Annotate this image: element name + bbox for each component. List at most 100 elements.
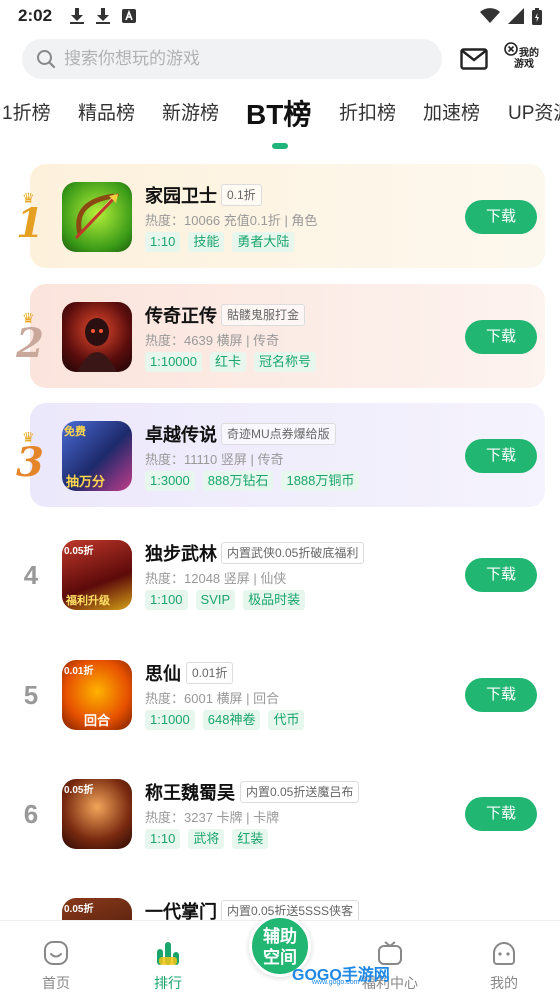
icon-banner-text: 福利升级 (66, 595, 110, 607)
tab-bt[interactable]: BT榜 (246, 98, 311, 133)
download-button[interactable]: 下载 (465, 678, 537, 712)
chip: 武将 (188, 829, 225, 849)
game-meta: 热度：10066 充值0.1折 | 角色 (145, 213, 318, 228)
icon-banner-text: 抽万分 (66, 474, 106, 489)
system-icons (480, 7, 542, 25)
rank-number: 6 (23, 799, 39, 829)
game-tag: 内置0.05折送魔吕布 (240, 781, 360, 803)
chip: 1:10 (145, 829, 181, 849)
chip: 1888万铜币 (281, 471, 360, 491)
a-icon (122, 9, 137, 23)
download-button[interactable]: 下载 (465, 558, 537, 592)
game-name: 一代掌门 (145, 902, 217, 922)
bow-arrow-icon (74, 192, 120, 240)
nav-home-label: 首页 (42, 975, 70, 991)
signal-icon (508, 8, 524, 24)
my-games-label-1: 我的 (519, 48, 539, 59)
tab-jiasu[interactable]: 加速榜 (423, 98, 480, 125)
tab-jingpin[interactable]: 精品榜 (78, 98, 135, 125)
icon-badge-text: 0.05折 (64, 785, 94, 796)
game-meta: 热度：11110 竖屏 | 传奇 (145, 452, 284, 467)
nav-rank[interactable]: 排行 (128, 921, 208, 991)
game-meta: 热度：4639 横屏 | 传奇 (145, 333, 280, 348)
list-item[interactable]: ♛ 3 免费 抽万分 卓越传说 奇迹MU点券爆给版 热度：11110 竖屏 | … (0, 401, 560, 507)
nav-mine-label: 我的 (490, 975, 518, 991)
mail-icon (460, 48, 488, 70)
chip: 1:100 (145, 590, 188, 610)
game-name: 独步武林 (145, 544, 217, 564)
status-bar: 2:02 (0, 0, 560, 32)
icon-badge-text: 0.05折 (64, 546, 94, 557)
search-row: 我的 游戏 (22, 38, 542, 80)
game-icon[interactable]: 0.05折 福利升级 (62, 540, 132, 610)
mail-button[interactable] (459, 44, 489, 74)
chip: 1:10000 (145, 352, 202, 372)
download-icon (70, 8, 85, 24)
tab-zhekou[interactable]: 折扣榜 (339, 98, 396, 125)
game-meta: 热度：12048 竖屏 | 仙侠 (145, 571, 287, 586)
nav-home[interactable]: 首页 (16, 921, 96, 991)
watermark-logo: GOGO手游网 www.gogo.com (292, 961, 390, 986)
rank-medal-gold: ♛ 1 (14, 190, 46, 247)
chip: 代币 (268, 710, 305, 730)
game-name: 家园卫士 (145, 186, 217, 206)
game-chips: 1:10000 红卡 冠名称号 (145, 352, 317, 372)
chip: 红卡 (210, 352, 247, 372)
search-input[interactable] (64, 49, 404, 69)
game-tag: 内置武侠0.05折破底福利 (221, 542, 365, 564)
game-chips: 1:1000 648神卷 代币 (145, 710, 305, 730)
nav-mine[interactable]: 我的 (464, 921, 544, 991)
bottom-nav: 首页 排行 辅助 空间 福利中心 我的 GOGO手游网 www.gogo.com (0, 915, 560, 995)
nav-rank-label: 排行 (154, 975, 182, 991)
tab-up[interactable]: UP资源 (508, 98, 560, 125)
chip: 红装 (232, 829, 269, 849)
game-chips: 1:3000 888万钻石 1888万铜币 (145, 471, 360, 491)
rank-number: 4 (23, 560, 39, 590)
ranking-tabs: 1折榜 精品榜 新游榜 BT榜 折扣榜 加速榜 UP资源 (0, 98, 560, 150)
tab-indicator (272, 143, 288, 149)
game-icon[interactable]: 0.01折 回合 (62, 660, 132, 730)
chip: 技能 (188, 232, 225, 252)
icon-banner-text: 回合 (84, 713, 111, 728)
rank-number: 3 (16, 439, 44, 486)
list-item[interactable]: ♛ 2 传奇正传 骷髅鬼服打金 热度：4639 横屏 | 传奇 1:10000 … (0, 282, 560, 388)
game-name: 称王魏蜀吴 (145, 783, 235, 803)
my-games-label-2: 游戏 (514, 59, 534, 70)
search-box[interactable] (22, 39, 442, 79)
chip: 极品时装 (243, 590, 306, 610)
icon-badge-text: 0.05折 (64, 904, 94, 915)
game-name: 传奇正传 (145, 306, 217, 326)
download-button[interactable]: 下载 (465, 200, 537, 234)
tab-1zhe[interactable]: 1折榜 (2, 98, 51, 125)
game-icon[interactable]: 0.05折 (62, 779, 132, 849)
list-item[interactable]: 4 0.05折 福利升级 独步武林 内置武侠0.05折破底福利 热度：12048… (0, 520, 560, 626)
list-item[interactable]: ♛ 1 家园卫士 0.1折 热度：10066 充值0.1折 | 角色 1:10 … (0, 162, 560, 268)
rank-number: 1 (16, 200, 44, 247)
rank-medal-silver: ♛ 2 (14, 310, 46, 367)
chart-bars-icon (157, 942, 179, 965)
download-button[interactable]: 下载 (465, 320, 537, 354)
icon-badge-text: 免费 (64, 426, 86, 438)
list-item[interactable]: 6 0.05折 称王魏蜀吴 内置0.05折送魔吕布 热度：3237 卡牌 | 卡… (0, 759, 560, 865)
chip: 1:1000 (145, 710, 195, 730)
rank-number: 2 (16, 320, 44, 367)
game-icon[interactable]: 免费 抽万分 (62, 421, 132, 491)
game-tag: 0.1折 (221, 184, 262, 206)
my-games-button[interactable]: 我的 游戏 (504, 40, 544, 78)
game-icon[interactable] (62, 182, 132, 252)
download-button[interactable]: 下载 (465, 797, 537, 831)
list-item[interactable]: 5 0.01折 回合 思仙 0.01折 热度：6001 横屏 | 回合 1:10… (0, 640, 560, 746)
game-icon[interactable]: 0.05折 (62, 898, 132, 922)
rank-number: 5 (23, 680, 39, 710)
assist-label-1: 辅助 (263, 927, 297, 946)
game-name: 卓越传说 (145, 425, 217, 445)
home-icon (44, 941, 68, 965)
download-icon (96, 8, 111, 24)
download-button[interactable]: 下载 (465, 439, 537, 473)
rank-medal-bronze: ♛ 3 (14, 429, 46, 486)
game-icon[interactable] (62, 302, 132, 372)
chip: SVIP (195, 590, 236, 610)
game-tag: 0.01折 (186, 662, 234, 684)
notification-icons (70, 8, 137, 24)
tab-xinyou[interactable]: 新游榜 (162, 98, 219, 125)
